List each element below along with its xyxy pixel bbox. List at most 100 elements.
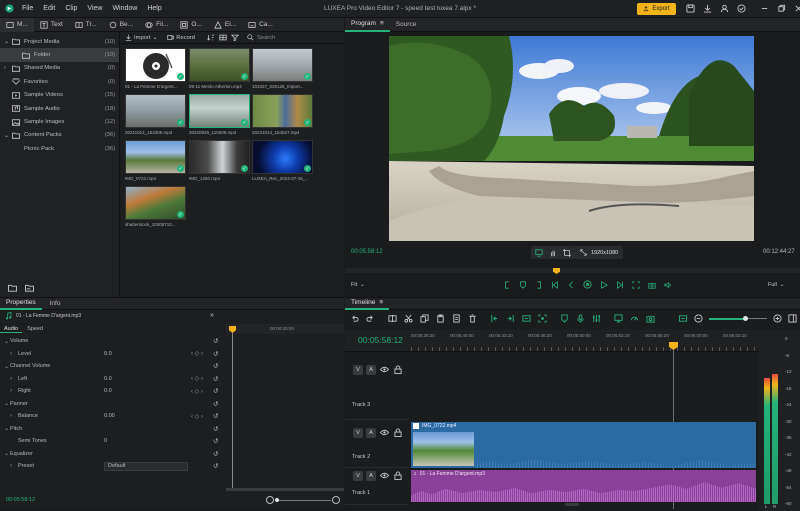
- tree-picnic-pack[interactable]: Picnic Pack (36): [0, 142, 119, 155]
- snapshot-icon[interactable]: [648, 281, 656, 289]
- zoom-thumb[interactable]: [275, 498, 279, 502]
- fullscreen-icon[interactable]: [632, 280, 640, 289]
- video-toggle[interactable]: V: [353, 365, 363, 375]
- chevron-down-icon[interactable]: ⌄: [4, 363, 9, 370]
- zoom-slider[interactable]: [266, 496, 342, 504]
- sort-icon[interactable]: [207, 34, 215, 41]
- tree-content-packs[interactable]: ⌄ Content Packs (36): [0, 129, 119, 142]
- video-preview[interactable]: [389, 36, 754, 241]
- export-button[interactable]: Export: [637, 3, 676, 15]
- reset-icon[interactable]: ↺: [213, 437, 218, 445]
- chevron-down-icon[interactable]: ⌄: [4, 450, 9, 457]
- new-folder-icon[interactable]: [8, 284, 17, 292]
- reset-icon[interactable]: ↺: [213, 412, 218, 420]
- tab-elements[interactable]: El...: [208, 18, 242, 32]
- tab-filters[interactable]: Fil...: [139, 18, 174, 32]
- chevron-right-icon[interactable]: ›: [10, 388, 12, 394]
- mark-in-icon[interactable]: [503, 280, 511, 289]
- tree-folder[interactable]: Folder (10): [0, 48, 119, 62]
- reset-icon[interactable]: ↺: [213, 350, 218, 358]
- media-item[interactable]: ✓ LUXEA_Rec_2024-07-16_...: [252, 140, 313, 181]
- snapshot-icon[interactable]: [646, 314, 655, 323]
- mark-out-icon[interactable]: [535, 280, 543, 289]
- ripple-left-icon[interactable]: [490, 314, 499, 323]
- keyframe-diamond-icon[interactable]: ‹ ◇ ›: [191, 413, 203, 420]
- eye-icon[interactable]: [380, 365, 389, 374]
- reset-icon[interactable]: ↺: [213, 425, 218, 433]
- freeze-frame-icon[interactable]: [538, 314, 547, 323]
- marker-icon[interactable]: [560, 314, 569, 323]
- tree-sample-videos[interactable]: Sample Videos (15): [0, 89, 119, 102]
- step-back-icon[interactable]: [567, 281, 575, 289]
- search-input[interactable]: Search: [247, 34, 275, 41]
- keyframe-diamond-icon[interactable]: ‹ ◇ ›: [191, 375, 203, 382]
- video-toggle[interactable]: V: [353, 428, 363, 438]
- split-icon[interactable]: [388, 314, 397, 323]
- maximize-icon[interactable]: [777, 4, 786, 13]
- reset-icon[interactable]: ↺: [213, 337, 218, 345]
- timeline-zoom-slider[interactable]: [709, 315, 767, 323]
- safe-zone-icon[interactable]: [535, 248, 543, 257]
- tree-sample-audio[interactable]: Sample Audio (18): [0, 102, 119, 115]
- audio-mixer-icon[interactable]: [592, 314, 601, 323]
- paste-attributes-icon[interactable]: [452, 314, 461, 323]
- time-ruler[interactable]: 00:05:26:20 00:05:40:00 00:05:43:10 00:05:4…: [411, 333, 756, 343]
- voiceover-icon[interactable]: [576, 314, 585, 323]
- marker-icon[interactable]: [519, 280, 527, 289]
- tree-favorites[interactable]: Favorites (0): [0, 75, 119, 88]
- tab-text[interactable]: Text: [34, 18, 69, 32]
- media-item[interactable]: ✓ 01 - La Femme D'argent...: [125, 48, 186, 89]
- keyframe-scrollbar[interactable]: [226, 488, 344, 491]
- zoom-out-icon[interactable]: [266, 496, 274, 504]
- paste-icon[interactable]: [436, 314, 445, 323]
- player-scrubber[interactable]: [345, 268, 800, 273]
- chevron-down-icon[interactable]: ⌄: [4, 425, 9, 432]
- reset-icon[interactable]: ↺: [213, 450, 218, 458]
- property-value[interactable]: 0.00: [104, 413, 115, 419]
- tab-info[interactable]: Info: [42, 300, 69, 307]
- download-icon[interactable]: [703, 4, 712, 13]
- property-value[interactable]: 0.0: [104, 376, 112, 382]
- hand-icon[interactable]: [549, 249, 557, 257]
- crop-icon[interactable]: [563, 248, 571, 257]
- tab-transitions[interactable]: Tr...: [69, 18, 103, 32]
- video-toggle[interactable]: V: [353, 471, 363, 481]
- minimize-icon[interactable]: [760, 4, 769, 13]
- collapse-icon[interactable]: »: [210, 312, 214, 319]
- lock-icon[interactable]: [394, 471, 402, 480]
- lock-icon[interactable]: [394, 365, 402, 374]
- subtab-audio[interactable]: Audio: [0, 326, 23, 333]
- prev-frame-icon[interactable]: [551, 280, 559, 289]
- chevron-down-icon[interactable]: ⌄: [4, 400, 9, 407]
- redo-icon[interactable]: [366, 314, 375, 323]
- property-value[interactable]: 0.0: [104, 351, 112, 357]
- property-value[interactable]: Default: [104, 461, 188, 471]
- view-grid-icon[interactable]: [219, 34, 227, 41]
- media-item[interactable]: ✓ 20221014_154027.mp4: [252, 94, 313, 135]
- tree-sample-images[interactable]: Sample Images (12): [0, 115, 119, 128]
- video-clip[interactable]: IMG_0722.mp4: [411, 422, 756, 468]
- volume-icon[interactable]: [664, 281, 672, 289]
- subtab-speed[interactable]: Speed: [22, 326, 48, 332]
- tab-overlays[interactable]: O...: [174, 18, 207, 32]
- save-icon[interactable]: [686, 4, 695, 13]
- audio-toggle[interactable]: A: [366, 471, 376, 481]
- undo-icon[interactable]: [350, 314, 359, 323]
- tab-program[interactable]: Program ≡: [345, 18, 390, 32]
- tab-media[interactable]: M...: [0, 17, 34, 32]
- copy-icon[interactable]: [420, 314, 429, 323]
- play-icon[interactable]: [600, 280, 608, 289]
- screen-record-icon[interactable]: [614, 314, 623, 323]
- chevron-right-icon[interactable]: ›: [10, 413, 12, 419]
- tab-behaviors[interactable]: Be...: [103, 18, 139, 32]
- media-item[interactable]: ✓ 20220826_115006.mp4: [189, 94, 250, 135]
- chevron-right-icon[interactable]: ›: [10, 351, 12, 357]
- ripple-right-icon[interactable]: [506, 314, 515, 323]
- timeline-scrollbar[interactable]: [565, 503, 579, 506]
- property-value[interactable]: 0: [104, 438, 107, 444]
- sync-icon[interactable]: [737, 4, 746, 13]
- keyframe-diamond-icon[interactable]: ‹ ◇ ›: [191, 350, 203, 357]
- media-item[interactable]: ✓ IMG_1250.mp4: [189, 140, 250, 181]
- next-frame-icon[interactable]: [616, 280, 624, 289]
- reset-icon[interactable]: ↺: [213, 462, 218, 470]
